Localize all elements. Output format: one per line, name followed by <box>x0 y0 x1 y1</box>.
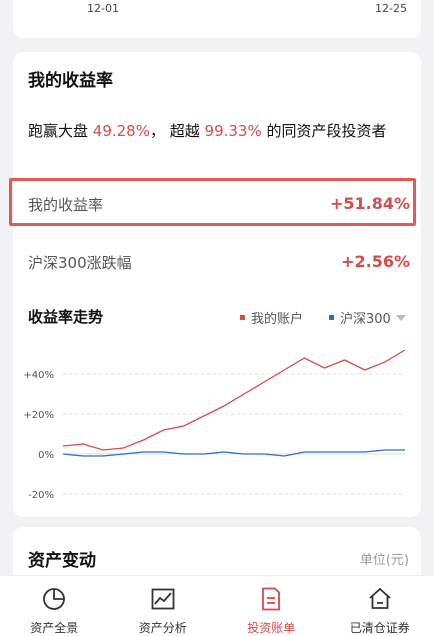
legend-mine: 我的账户 <box>240 308 303 327</box>
axis-end-label: 12-25 <box>375 2 407 15</box>
y-tick-label: +20% <box>23 410 54 421</box>
returns-card: 我的收益率 跑赢大盘 49.28%， 超越 99.33% 的同资产段投资者 我的… <box>9 52 421 546</box>
beat-market-value: 49.28% <box>92 122 150 140</box>
asset-change-unit: 单位(元) <box>359 553 409 568</box>
y-tick-label: -20% <box>28 490 54 501</box>
returns-trend-chart: +60%+40%+20%0%-20%12-0112-25 <box>23 350 406 546</box>
index-return-label: 沪深300涨跌幅 <box>28 254 132 272</box>
card-title: 我的收益率 <box>28 71 113 91</box>
bill-icon <box>262 587 281 611</box>
summary-middle: ， 超越 <box>149 122 205 140</box>
my-return-label: 我的收益率 <box>28 196 104 214</box>
index-return-value: +2.56% <box>341 252 410 271</box>
y-tick-label: +40% <box>23 370 54 381</box>
line-chart-icon <box>151 588 175 610</box>
y-tick-label: 0% <box>38 450 54 461</box>
series-line <box>62 449 405 457</box>
pie-chart-icon <box>43 588 66 610</box>
tab-investment-bill[interactable]: 投资账单 <box>217 576 326 636</box>
house-icon <box>369 587 391 609</box>
legend-mine-label: 我的账户 <box>251 312 304 327</box>
legend-mine-swatch <box>240 315 245 320</box>
tab-asset-analysis[interactable]: 资产分析 <box>109 576 218 636</box>
my-return-value: +51.84% <box>329 194 410 213</box>
index-selector[interactable]: 沪深300 <box>329 308 406 327</box>
tab-asset-overview[interactable]: 资产全景 <box>0 576 109 636</box>
beat-peers-value: 99.33% <box>204 122 262 140</box>
previous-chart-card: 12-01 12-25 <box>13 0 421 38</box>
tab-label: 资产全景 <box>30 621 79 635</box>
series-line <box>62 350 406 451</box>
tab-label: 资产分析 <box>138 621 187 635</box>
summary-suffix: 的同资产段投资者 <box>261 122 387 140</box>
bottom-tab-bar: 资产全景 资产分析 投资账单 已清仓证券 <box>0 575 434 636</box>
tab-cleared-securities[interactable]: 已清仓证券 <box>326 576 434 636</box>
legend-index-label: 沪深300 <box>340 312 391 327</box>
summary-prefix: 跑赢大盘 <box>28 122 93 140</box>
chevron-down-icon[interactable] <box>395 314 406 321</box>
legend-index-swatch <box>329 315 334 320</box>
asset-change-title: 资产变动 <box>28 551 96 571</box>
trend-title: 收益率走势 <box>28 308 104 326</box>
tab-label: 投资账单 <box>247 621 296 635</box>
returns-summary: 跑赢大盘 49.28%， 超越 99.33% 的同资产段投资者 <box>28 122 413 140</box>
axis-start-label: 12-01 <box>87 2 119 15</box>
tab-label: 已清仓证券 <box>349 621 410 635</box>
